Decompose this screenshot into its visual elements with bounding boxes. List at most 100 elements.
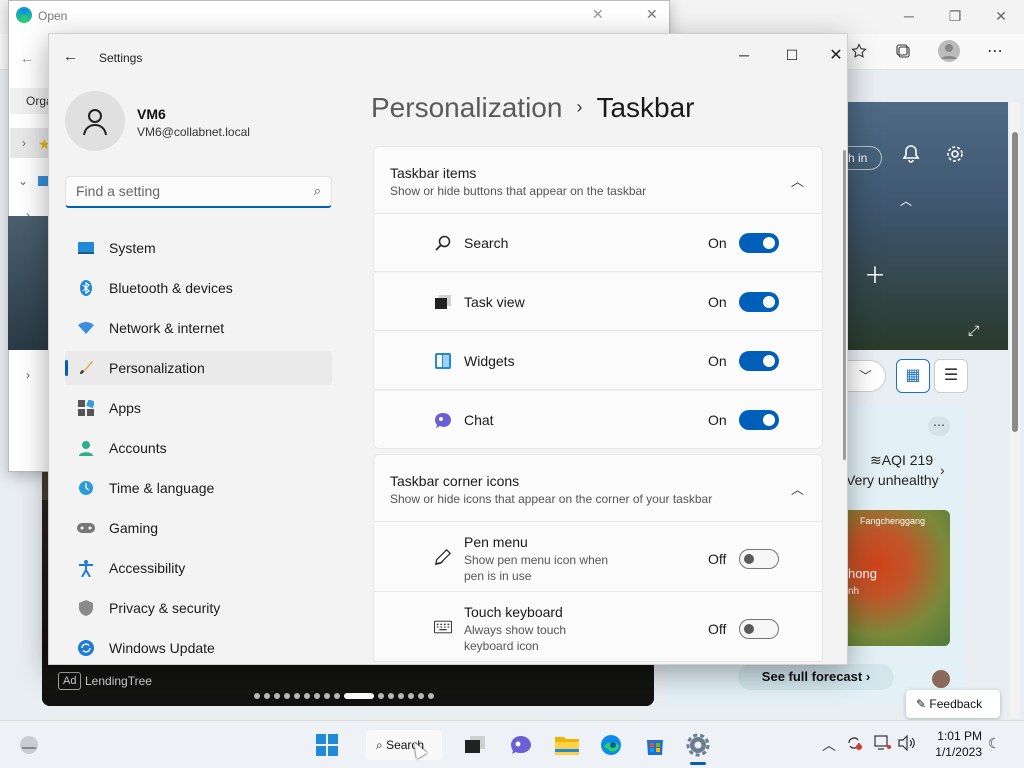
- grid-view-button[interactable]: ▦: [896, 359, 930, 393]
- ad-source-name[interactable]: LendingTree: [85, 674, 152, 688]
- volume-icon[interactable]: [898, 734, 916, 754]
- edge-scrollbar[interactable]: [1010, 102, 1020, 718]
- file-explorer-icon[interactable]: [550, 728, 584, 762]
- chat-toggle[interactable]: [739, 410, 779, 430]
- user-avatar[interactable]: [65, 91, 125, 151]
- carousel-dot[interactable]: [294, 693, 300, 699]
- pen-menu-toggle[interactable]: [739, 549, 779, 569]
- carousel-dots[interactable]: [254, 692, 434, 700]
- organize-button[interactable]: Orga: [10, 88, 50, 114]
- notification-moon-icon[interactable]: ☾: [988, 735, 1001, 752]
- taskbar-items-header[interactable]: Taskbar items Show or hide buttons that …: [373, 146, 823, 214]
- background-mountain-image: [846, 102, 1008, 350]
- back-arrow-icon[interactable]: ←: [20, 50, 34, 66]
- carousel-dot-active[interactable]: [344, 693, 374, 699]
- add-plus-icon[interactable]: ＋: [864, 258, 886, 290]
- nav-item-accounts[interactable]: Accounts: [65, 431, 332, 465]
- chevron-up-icon[interactable]: ︿: [900, 192, 912, 209]
- carousel-dot[interactable]: [264, 693, 270, 699]
- page-settings-gear-icon[interactable]: [942, 144, 968, 170]
- open-dialog-close-icon[interactable]: ✕: [592, 6, 604, 23]
- search-toggle[interactable]: [739, 233, 779, 253]
- tree-chevron-icon[interactable]: ›: [26, 368, 30, 382]
- carousel-dot[interactable]: [408, 693, 414, 699]
- touch-keyboard-toggle[interactable]: [739, 619, 779, 639]
- nav-item-gaming[interactable]: Gaming: [65, 511, 332, 545]
- taskbar-corner-icons-header[interactable]: Taskbar corner icons Show or hide icons …: [373, 454, 823, 522]
- tree-chevron-down-icon[interactable]: ⌄: [18, 174, 28, 188]
- network-status-icon[interactable]: [874, 735, 892, 754]
- nav-item-privacy-security[interactable]: Privacy & security: [65, 591, 332, 625]
- carousel-dot[interactable]: [314, 693, 320, 699]
- nav-item-windows-update[interactable]: Windows Update: [65, 631, 332, 665]
- maximize-button[interactable]: ☐: [769, 39, 815, 71]
- edge-more-button[interactable]: ⋯: [978, 34, 1012, 68]
- view-dropdown-chevron-icon[interactable]: ﹀: [846, 360, 886, 392]
- profile-avatar-icon[interactable]: [932, 34, 966, 68]
- start-button-windows-icon[interactable]: [310, 728, 344, 762]
- show-hidden-icons-chevron-icon[interactable]: ︿: [822, 735, 836, 755]
- search-icon[interactable]: ⌕: [314, 183, 321, 199]
- search-icon: ⌕: [376, 738, 387, 752]
- breadcrumb-parent[interactable]: Personalization: [371, 92, 562, 123]
- carousel-dot[interactable]: [428, 693, 434, 699]
- find-setting-input[interactable]: [76, 183, 296, 199]
- chevron-up-icon[interactable]: ︿: [791, 479, 804, 498]
- carousel-dot[interactable]: [274, 693, 280, 699]
- nav-item-personalization[interactable]: Personalization: [65, 351, 332, 385]
- edge-browser-icon[interactable]: [594, 728, 628, 762]
- nav-item-apps[interactable]: Apps: [65, 391, 332, 425]
- close-icon[interactable]: ✕: [646, 6, 658, 23]
- widgets-toggle[interactable]: [739, 351, 779, 371]
- see-full-forecast-button[interactable]: See full forecast ›: [738, 664, 894, 690]
- edge-close-button[interactable]: ✕: [978, 0, 1024, 32]
- toggle-state-label: On: [708, 235, 727, 251]
- nav-item-accessibility[interactable]: Accessibility: [65, 551, 332, 585]
- nav-item-system[interactable]: System: [65, 231, 332, 265]
- nav-label: Apps: [109, 400, 141, 416]
- edge-maximize-button[interactable]: ❐: [932, 0, 978, 32]
- minimize-button[interactable]: ─: [721, 39, 767, 71]
- weather-widget-icon[interactable]: [12, 728, 46, 762]
- edge-minimize-button[interactable]: ─: [886, 0, 932, 32]
- settings-gear-icon[interactable]: [681, 728, 715, 762]
- carousel-dot[interactable]: [324, 693, 330, 699]
- clock-date[interactable]: 1/1/2023: [924, 745, 982, 759]
- chevron-right-icon[interactable]: ›: [940, 462, 945, 478]
- carousel-dot[interactable]: [334, 693, 340, 699]
- update-status-icon[interactable]: [846, 735, 862, 754]
- settings-scrollbar[interactable]: [843, 150, 846, 460]
- taskbar-search-button[interactable]: ⌕ Search: [366, 730, 442, 760]
- nav-item-network-internet[interactable]: Network & internet: [65, 311, 332, 345]
- carousel-dot[interactable]: [304, 693, 310, 699]
- carousel-dot[interactable]: [378, 693, 384, 699]
- chat-icon[interactable]: [504, 728, 538, 762]
- tree-chevron-icon[interactable]: ›: [22, 136, 26, 150]
- scrollbar-thumb[interactable]: [1012, 132, 1018, 432]
- task-view-toggle[interactable]: [739, 292, 779, 312]
- nav-item-bluetooth-devices[interactable]: Bluetooth & devices: [65, 271, 332, 305]
- carousel-dot[interactable]: [388, 693, 394, 699]
- sign-in-button[interactable]: h in: [846, 146, 882, 170]
- notification-bell-icon[interactable]: [898, 144, 924, 170]
- nav-item-time-language[interactable]: Time & language: [65, 471, 332, 505]
- collections-icon[interactable]: [886, 34, 920, 68]
- setting-row-search: Search On: [373, 214, 823, 272]
- feedback-button[interactable]: ✎ Feedback: [906, 690, 1000, 718]
- section-title: Taskbar corner icons: [390, 473, 520, 489]
- clock-time[interactable]: 1:01 PM: [932, 729, 982, 743]
- find-setting-search[interactable]: ⌕: [65, 176, 332, 208]
- carousel-dot[interactable]: [418, 693, 424, 699]
- carousel-dot[interactable]: [254, 693, 260, 699]
- microsoft-store-icon[interactable]: [638, 728, 672, 762]
- list-view-button[interactable]: ☰: [934, 359, 968, 393]
- chevron-up-icon[interactable]: ︿: [791, 171, 804, 190]
- close-button[interactable]: ✕: [813, 39, 859, 71]
- carousel-dot[interactable]: [398, 693, 404, 699]
- task-view-icon[interactable]: [458, 728, 492, 762]
- weather-more-icon[interactable]: ⋯: [928, 416, 950, 436]
- back-arrow-icon[interactable]: ←: [63, 48, 78, 65]
- bluetooth-icon: [77, 279, 95, 297]
- carousel-dot[interactable]: [284, 693, 290, 699]
- expand-icon[interactable]: ⤢: [968, 322, 979, 339]
